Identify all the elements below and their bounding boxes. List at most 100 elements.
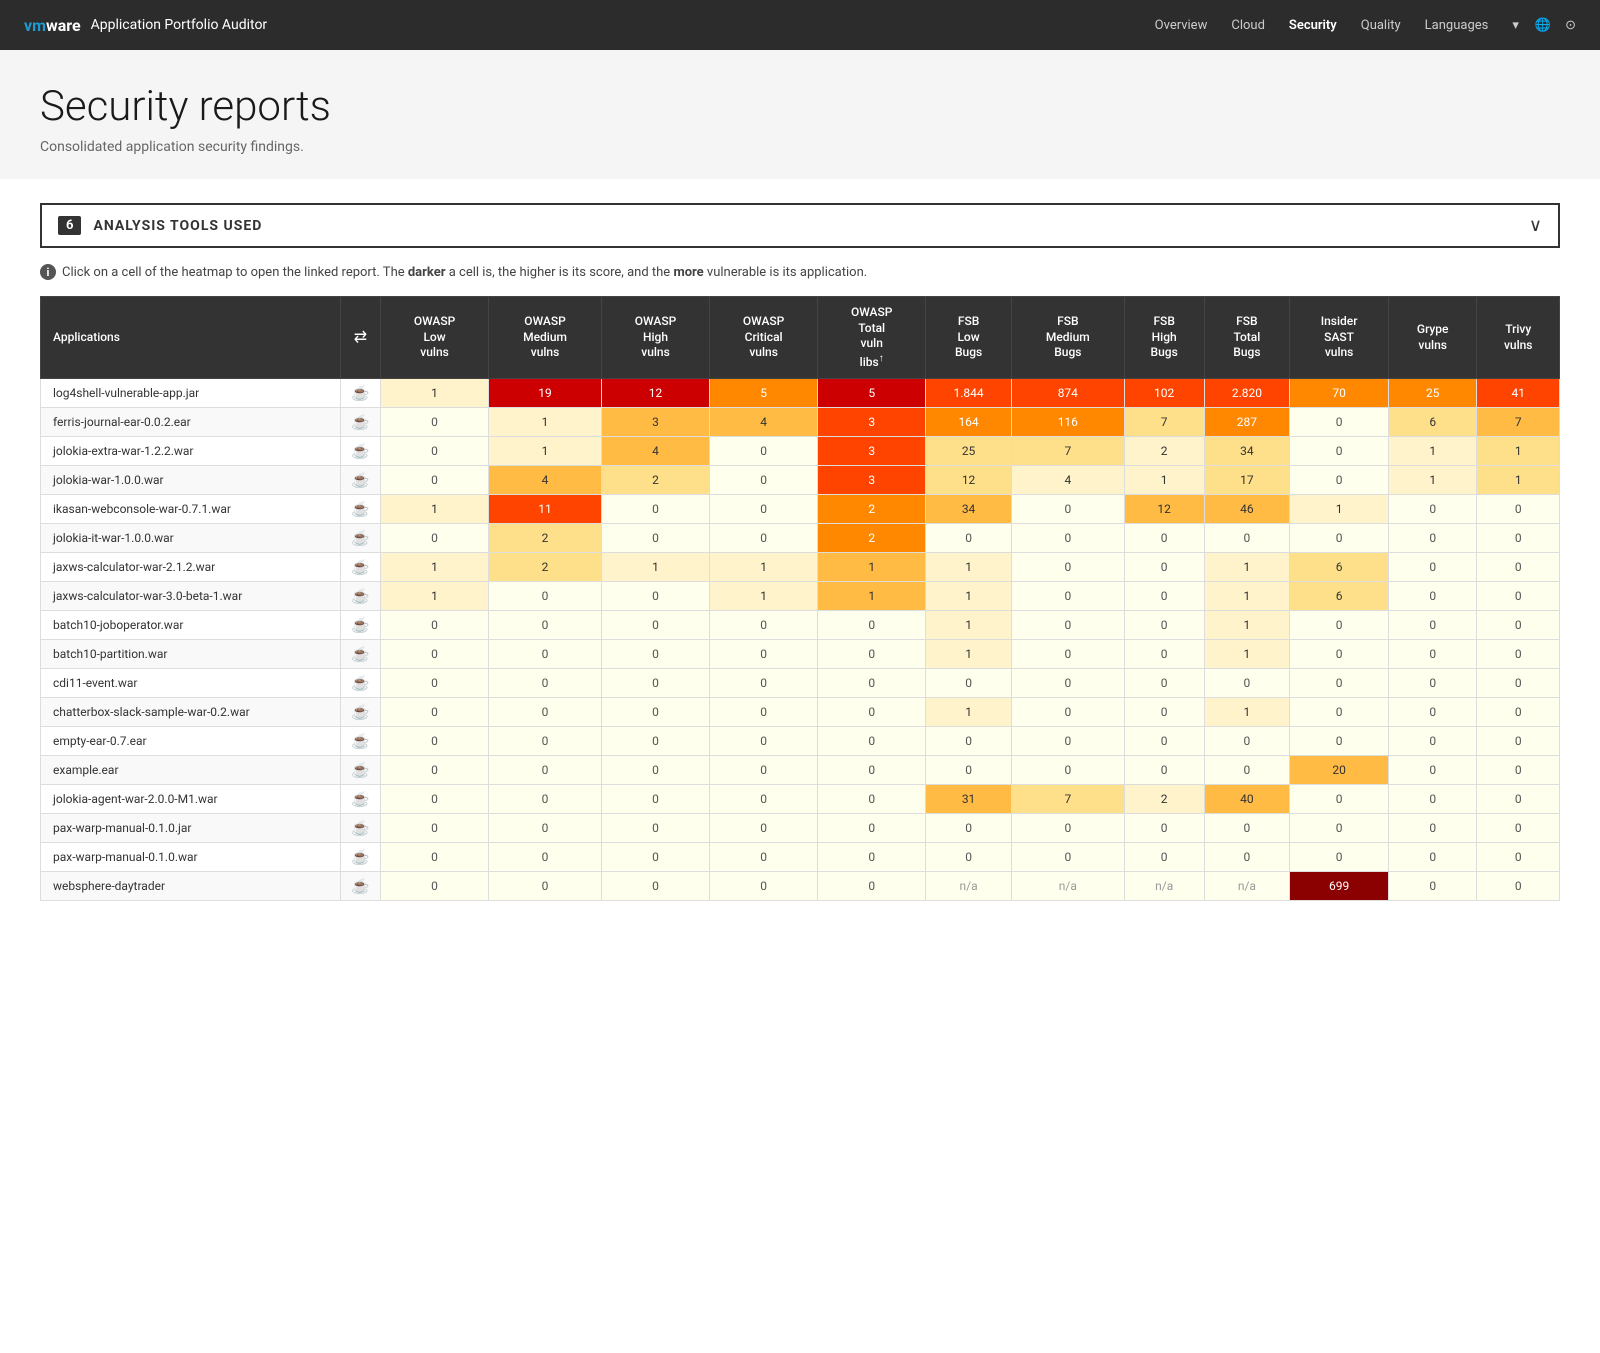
cell-owasp_low[interactable]: 0	[381, 437, 489, 466]
cell-owasp_high[interactable]: 0	[601, 495, 709, 524]
cell-fsb_total[interactable]: 1	[1204, 553, 1290, 582]
app-name-cell[interactable]: batch10-joboperator.war	[41, 611, 341, 640]
cell-fsb_total[interactable]: 34	[1204, 437, 1290, 466]
cell-insider[interactable]: 1	[1290, 495, 1389, 524]
cell-owasp_high[interactable]: 0	[601, 524, 709, 553]
cell-trivy[interactable]: 0	[1477, 611, 1560, 640]
cell-insider[interactable]: 6	[1290, 553, 1389, 582]
cell-fsb_low[interactable]: 12	[926, 466, 1012, 495]
cell-fsb_low[interactable]: 31	[926, 785, 1012, 814]
cell-owasp_med[interactable]: 0	[489, 640, 602, 669]
cell-insider[interactable]: 0	[1290, 669, 1389, 698]
cell-trivy[interactable]: 0	[1477, 640, 1560, 669]
cell-grype[interactable]: 0	[1388, 611, 1476, 640]
cell-owasp_low[interactable]: 0	[381, 408, 489, 437]
cell-insider[interactable]: 20	[1290, 756, 1389, 785]
cell-owasp_high[interactable]: 0	[601, 814, 709, 843]
cell-fsb_total[interactable]: 287	[1204, 408, 1290, 437]
cell-owasp_low[interactable]: 0	[381, 872, 489, 901]
cell-grype[interactable]: 1	[1388, 437, 1476, 466]
cell-fsb_high[interactable]: 0	[1124, 727, 1204, 756]
cell-fsb_total[interactable]: 0	[1204, 814, 1290, 843]
cell-trivy[interactable]: 0	[1477, 814, 1560, 843]
cell-trivy[interactable]: 0	[1477, 495, 1560, 524]
cell-fsb_total[interactable]: 0	[1204, 669, 1290, 698]
cell-owasp_high[interactable]: 1	[601, 553, 709, 582]
cell-fsb_low[interactable]: n/a	[926, 872, 1012, 901]
cell-fsb_med[interactable]: 4	[1011, 466, 1124, 495]
cell-fsb_high[interactable]: 0	[1124, 814, 1204, 843]
cell-fsb_med[interactable]: 0	[1011, 698, 1124, 727]
cell-fsb_low[interactable]: 0	[926, 669, 1012, 698]
cell-fsb_low[interactable]: 1	[926, 611, 1012, 640]
cell-owasp_crit[interactable]: 0	[710, 437, 818, 466]
cell-owasp_high[interactable]: 2	[601, 466, 709, 495]
cell-owasp_high[interactable]: 3	[601, 408, 709, 437]
cell-owasp_crit[interactable]: 4	[710, 408, 818, 437]
cell-fsb_high[interactable]: 0	[1124, 582, 1204, 611]
cell-grype[interactable]: 0	[1388, 495, 1476, 524]
cell-grype[interactable]: 0	[1388, 640, 1476, 669]
cell-owasp_total[interactable]: 2	[818, 524, 926, 553]
cell-fsb_high[interactable]: 102	[1124, 379, 1204, 408]
cell-fsb_high[interactable]: 0	[1124, 524, 1204, 553]
cell-trivy[interactable]: 0	[1477, 872, 1560, 901]
cell-fsb_total[interactable]: 1	[1204, 582, 1290, 611]
cell-fsb_high[interactable]: 2	[1124, 785, 1204, 814]
cell-fsb_med[interactable]: 0	[1011, 524, 1124, 553]
cell-insider[interactable]: 0	[1290, 640, 1389, 669]
app-name-cell[interactable]: pax-warp-manual-0.1.0.jar	[41, 814, 341, 843]
cell-fsb_low[interactable]: 1	[926, 582, 1012, 611]
cell-insider[interactable]: 0	[1290, 524, 1389, 553]
nav-languages[interactable]: Languages	[1425, 18, 1489, 33]
cell-fsb_med[interactable]: 116	[1011, 408, 1124, 437]
cell-owasp_med[interactable]: 0	[489, 814, 602, 843]
cell-owasp_total[interactable]: 0	[818, 785, 926, 814]
cell-trivy[interactable]: 0	[1477, 785, 1560, 814]
cell-fsb_low[interactable]: 1	[926, 698, 1012, 727]
cell-owasp_low[interactable]: 0	[381, 727, 489, 756]
cell-grype[interactable]: 0	[1388, 582, 1476, 611]
cell-insider[interactable]: 0	[1290, 814, 1389, 843]
cell-owasp_low[interactable]: 0	[381, 756, 489, 785]
cell-owasp_crit[interactable]: 0	[710, 698, 818, 727]
cell-insider[interactable]: 0	[1290, 611, 1389, 640]
cell-owasp_low[interactable]: 0	[381, 785, 489, 814]
nav-cloud[interactable]: Cloud	[1231, 18, 1265, 33]
app-name-cell[interactable]: cdi11-event.war	[41, 669, 341, 698]
cell-grype[interactable]: 0	[1388, 814, 1476, 843]
cell-owasp_crit[interactable]: 0	[710, 756, 818, 785]
cell-fsb_high[interactable]: 0	[1124, 756, 1204, 785]
cell-trivy[interactable]: 0	[1477, 756, 1560, 785]
cell-fsb_med[interactable]: 0	[1011, 814, 1124, 843]
nav-overview[interactable]: Overview	[1155, 18, 1208, 33]
cell-owasp_med[interactable]: 19	[489, 379, 602, 408]
cell-owasp_low[interactable]: 1	[381, 379, 489, 408]
cell-fsb_total[interactable]: 40	[1204, 785, 1290, 814]
cell-owasp_high[interactable]: 4	[601, 437, 709, 466]
app-name-cell[interactable]: batch10-partition.war	[41, 640, 341, 669]
cell-trivy[interactable]: 0	[1477, 524, 1560, 553]
cell-fsb_med[interactable]: 0	[1011, 669, 1124, 698]
cell-owasp_high[interactable]: 0	[601, 843, 709, 872]
cell-insider[interactable]: 0	[1290, 466, 1389, 495]
cell-owasp_med[interactable]: 0	[489, 727, 602, 756]
app-name-cell[interactable]: jaxws-calculator-war-3.0-beta-1.war	[41, 582, 341, 611]
app-name-cell[interactable]: jaxws-calculator-war-2.1.2.war	[41, 553, 341, 582]
cell-owasp_high[interactable]: 0	[601, 669, 709, 698]
cell-fsb_med[interactable]: 0	[1011, 756, 1124, 785]
cell-insider[interactable]: 0	[1290, 408, 1389, 437]
cell-owasp_crit[interactable]: 0	[710, 495, 818, 524]
cell-trivy[interactable]: 0	[1477, 843, 1560, 872]
cell-grype[interactable]: 0	[1388, 553, 1476, 582]
cell-owasp_high[interactable]: 0	[601, 698, 709, 727]
cell-grype[interactable]: 0	[1388, 843, 1476, 872]
cell-owasp_med[interactable]: 0	[489, 611, 602, 640]
app-name-cell[interactable]: example.ear	[41, 756, 341, 785]
cell-fsb_high[interactable]: n/a	[1124, 872, 1204, 901]
cell-fsb_high[interactable]: 0	[1124, 611, 1204, 640]
cell-insider[interactable]: 0	[1290, 698, 1389, 727]
cell-grype[interactable]: 0	[1388, 524, 1476, 553]
cell-owasp_crit[interactable]: 5	[710, 379, 818, 408]
cell-grype[interactable]: 0	[1388, 872, 1476, 901]
